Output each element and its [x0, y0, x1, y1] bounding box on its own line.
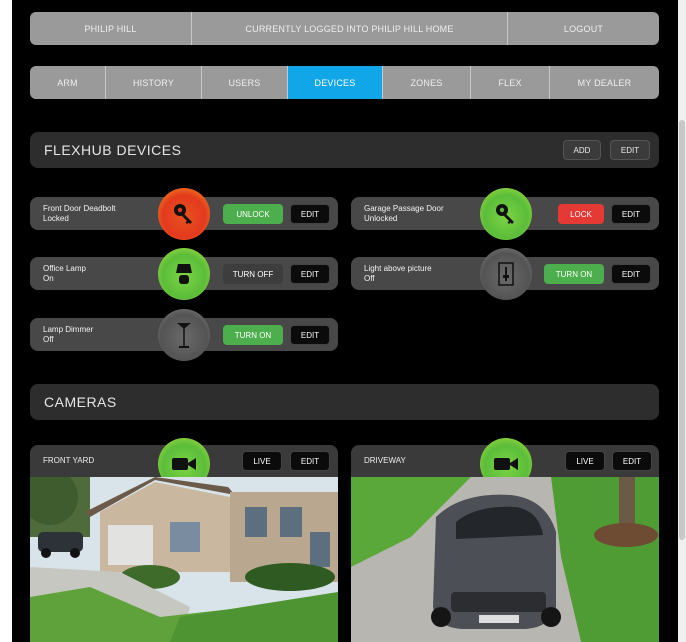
login-status: CURRENTLY LOGGED INTO PHILIP HILL HOME	[192, 12, 508, 45]
logout-button[interactable]: LOGOUT	[508, 12, 659, 45]
lock-status-indicator	[158, 188, 210, 240]
device-status: On	[43, 274, 54, 283]
device-name: Lamp Dimmer	[43, 325, 94, 334]
device-name: Office Lamp	[43, 264, 86, 273]
edit-button[interactable]: EDIT	[290, 264, 330, 284]
device-light-above-picture: Light above picture Off TURN ON EDIT	[351, 248, 659, 300]
device-office-lamp: Office Lamp On TURN OFF EDIT	[30, 248, 338, 300]
video-camera-icon	[172, 458, 196, 470]
edit-button[interactable]: EDIT	[290, 325, 330, 345]
device-front-door-deadbolt: Front Door Deadbolt Locked UNLOCK EDIT	[30, 188, 338, 240]
device-status: Off	[364, 274, 375, 283]
front-yard-image	[30, 477, 338, 642]
main-nav: ARM HISTORY USERS DEVICES ZONES FLEX MY …	[30, 66, 659, 99]
edit-button[interactable]: EDIT	[611, 264, 651, 284]
switch-status-indicator	[480, 248, 532, 300]
cameras-header: CAMERAS	[30, 384, 659, 420]
lamp-status-indicator	[158, 248, 210, 300]
turn-on-button[interactable]: TURN ON	[223, 325, 283, 345]
add-device-button[interactable]: ADD	[563, 140, 601, 160]
tab-arm[interactable]: ARM	[30, 66, 106, 99]
unlock-button[interactable]: UNLOCK	[223, 204, 283, 224]
turn-on-button[interactable]: TURN ON	[544, 264, 604, 284]
camera-front-yard-header: FRONT YARD LIVE EDIT	[30, 438, 338, 490]
floor-lamp-icon	[177, 323, 191, 348]
driveway-image	[351, 477, 659, 642]
camera-name: FRONT YARD	[43, 456, 95, 465]
edit-button[interactable]: EDIT	[290, 204, 330, 224]
device-name: Garage Passage Door	[364, 204, 444, 213]
device-status: Off	[43, 335, 54, 344]
video-camera-icon	[494, 458, 518, 470]
camera-driveway-feed[interactable]	[351, 477, 659, 642]
lock-status-indicator	[480, 188, 532, 240]
camera-driveway-header: DRIVEWAY LIVE EDIT	[351, 438, 659, 490]
tab-users[interactable]: USERS	[202, 66, 288, 99]
edit-button[interactable]: EDIT	[611, 204, 651, 224]
edit-button[interactable]: EDIT	[290, 451, 330, 471]
device-lamp-dimmer: Lamp Dimmer Off TURN ON EDIT	[30, 309, 338, 361]
device-status: Unlocked	[364, 214, 398, 223]
edit-devices-button[interactable]: EDIT	[610, 140, 650, 160]
key-icon	[496, 204, 514, 224]
tab-devices[interactable]: DEVICES	[288, 66, 383, 99]
user-bar: PHILIP HILL CURRENTLY LOGGED INTO PHILIP…	[30, 12, 659, 45]
lamp-icon	[176, 264, 192, 284]
switch-icon	[498, 262, 514, 286]
tab-flex[interactable]: FLEX	[471, 66, 550, 99]
app-frame: PHILIP HILL CURRENTLY LOGGED INTO PHILIP…	[12, 0, 678, 642]
live-button[interactable]: LIVE	[242, 451, 282, 471]
camera-front-yard-feed[interactable]	[30, 477, 338, 642]
lock-button[interactable]: LOCK	[558, 204, 604, 224]
device-name: Light above picture	[364, 264, 432, 273]
live-button[interactable]: LIVE	[565, 451, 605, 471]
turn-off-button[interactable]: TURN OFF	[223, 264, 283, 284]
scrollbar-thumb[interactable]	[679, 120, 685, 540]
edit-button[interactable]: EDIT	[612, 451, 652, 471]
tab-my-dealer[interactable]: MY DEALER	[550, 66, 659, 99]
flexhub-devices-header: FLEXHUB DEVICES ADD EDIT	[30, 132, 659, 168]
user-name: PHILIP HILL	[30, 12, 192, 45]
device-garage-passage-door: Garage Passage Door Unlocked LOCK EDIT	[351, 188, 659, 240]
tab-zones[interactable]: ZONES	[383, 66, 471, 99]
section-title: CAMERAS	[44, 394, 117, 410]
tab-history[interactable]: HISTORY	[106, 66, 202, 99]
page-scrollbar[interactable]	[678, 0, 686, 642]
device-status: Locked	[43, 214, 69, 223]
section-title: FLEXHUB DEVICES	[44, 142, 182, 158]
key-icon	[174, 204, 192, 224]
device-name: Front Door Deadbolt	[43, 204, 116, 213]
dimmer-status-indicator	[158, 309, 210, 361]
camera-name: DRIVEWAY	[364, 456, 406, 465]
